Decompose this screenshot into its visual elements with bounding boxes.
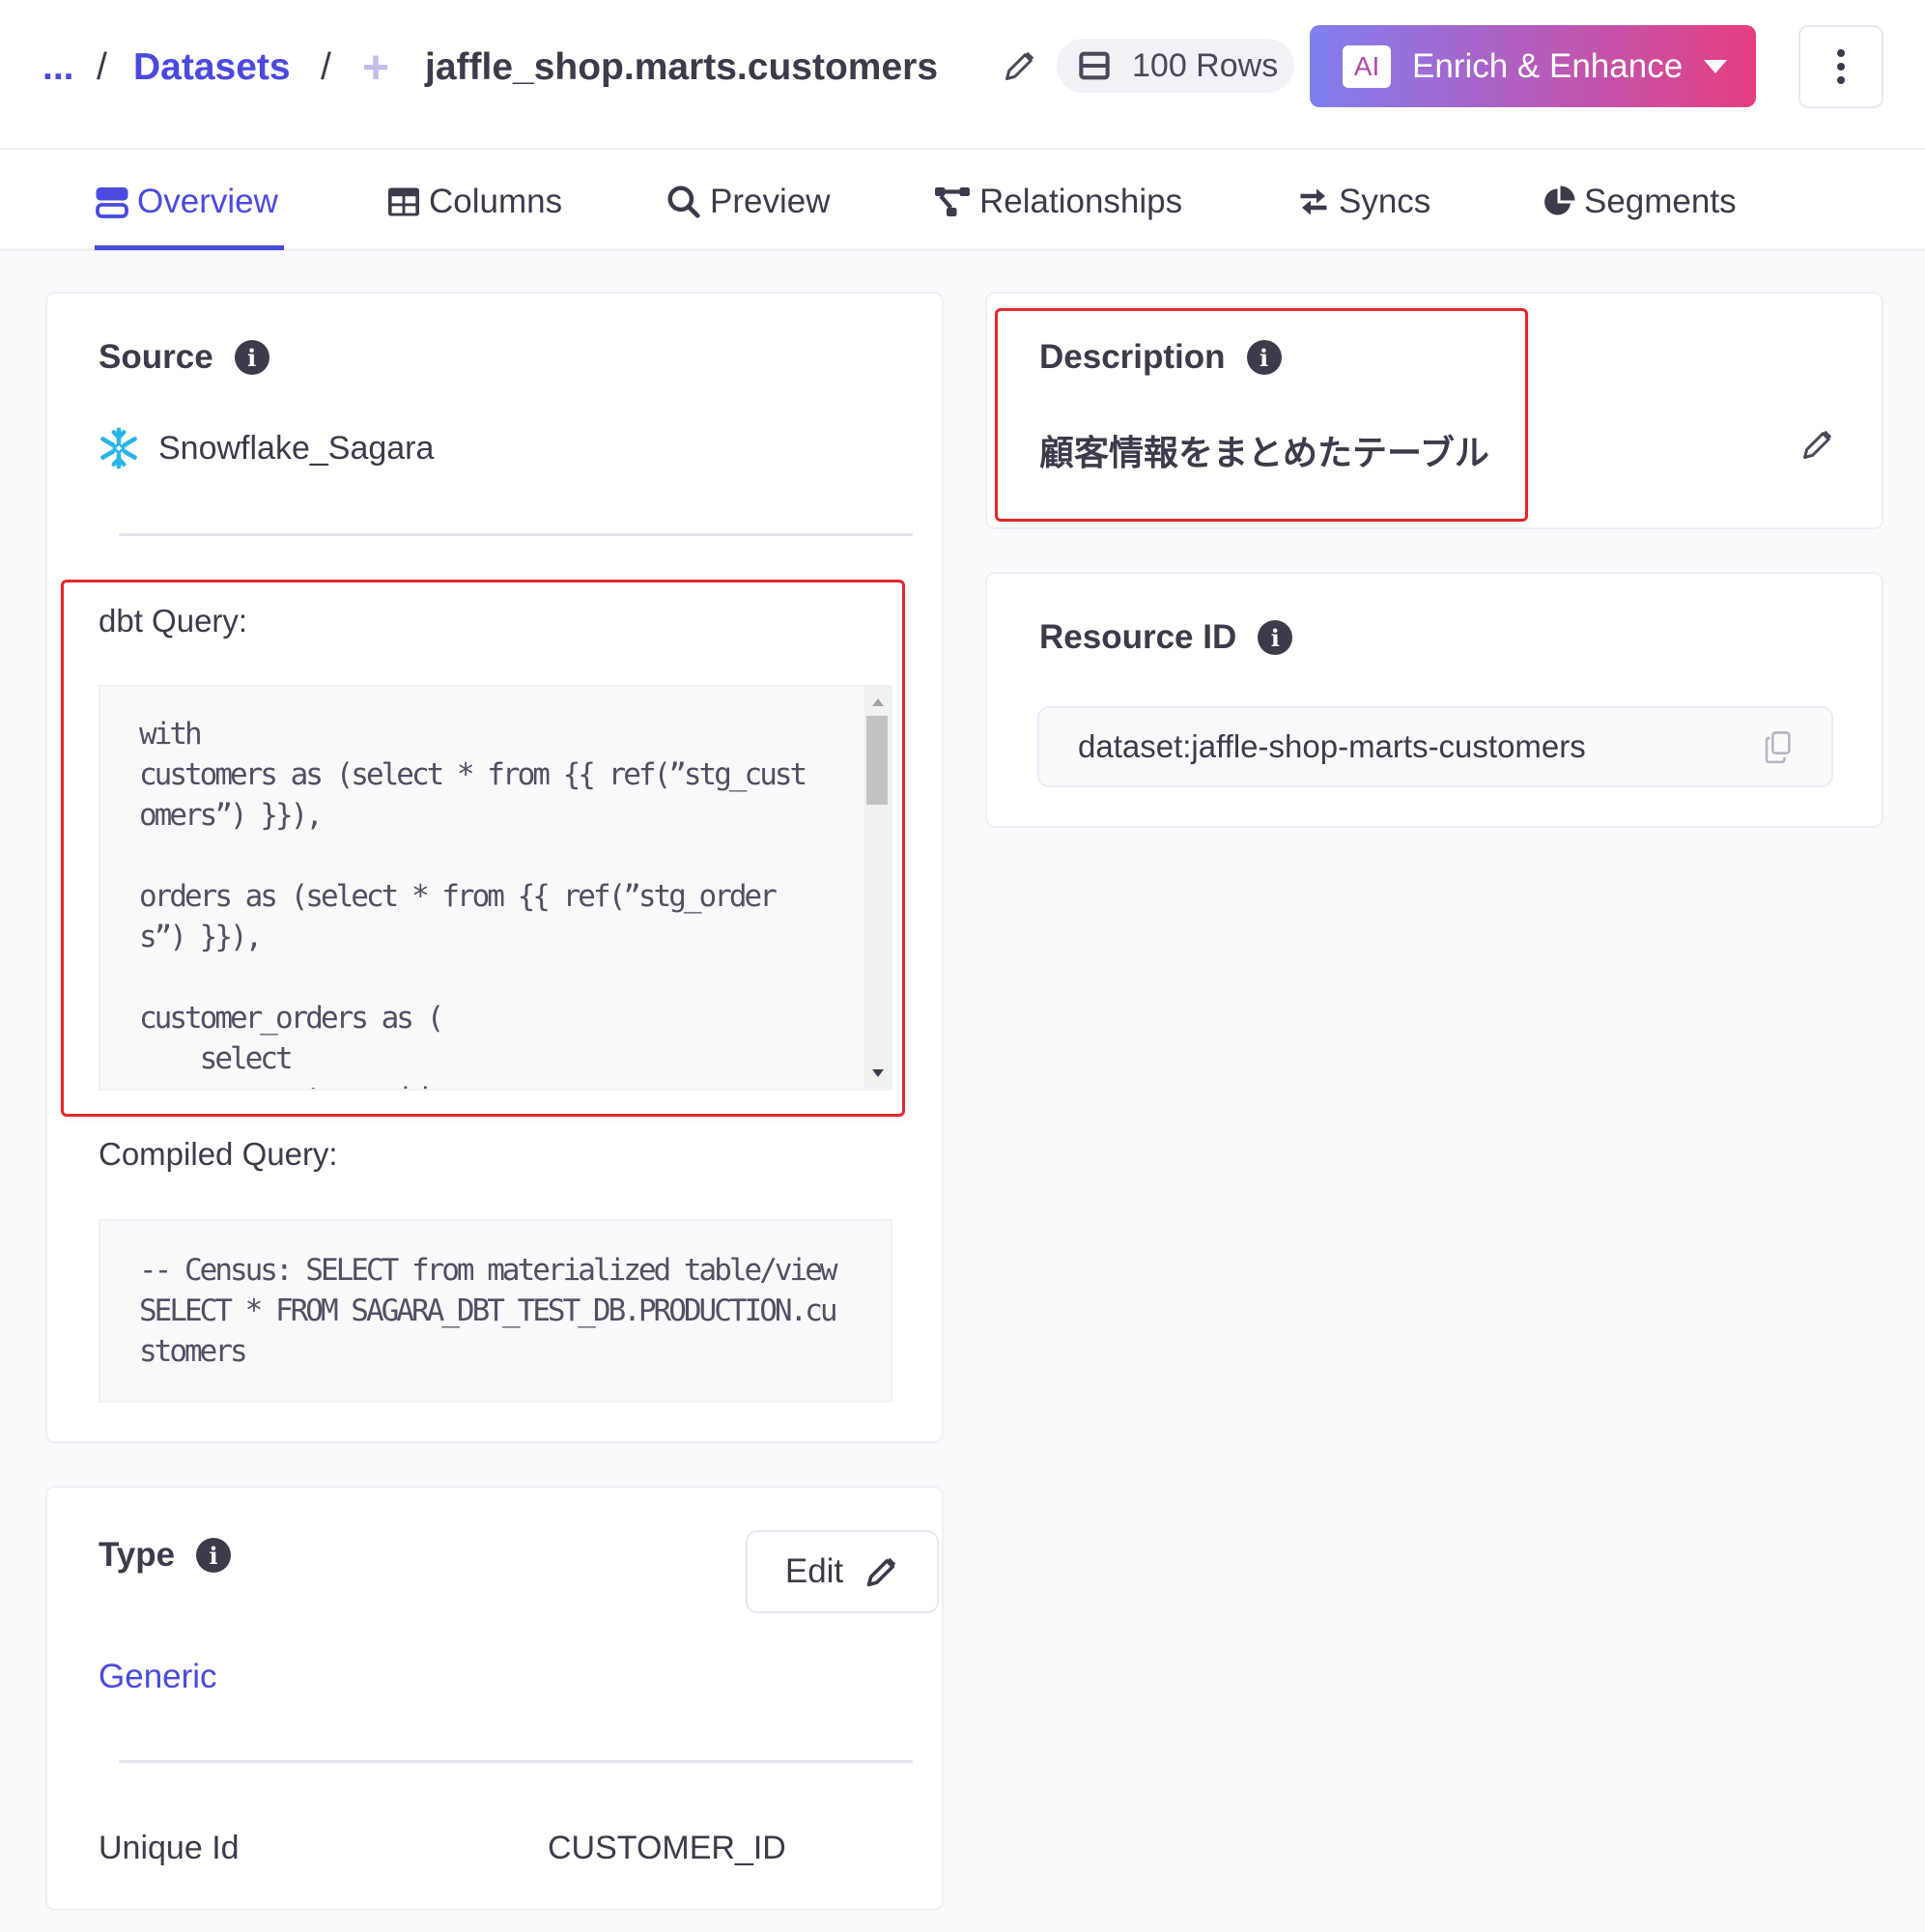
edit-label: Edit xyxy=(784,1552,844,1590)
enrich-enhance-button[interactable]: AI Enrich & Enhance xyxy=(1310,25,1756,107)
tab-label: Preview xyxy=(710,183,831,220)
kebab-dot xyxy=(1837,76,1845,84)
resource-id-title-text: Resource ID xyxy=(1039,618,1237,656)
tab-syncs[interactable]: Syncs xyxy=(1296,179,1430,225)
type-title-text: Type xyxy=(99,1536,176,1574)
breadcrumb-ellipsis[interactable]: ... xyxy=(42,43,74,93)
tab-overview[interactable]: Overview xyxy=(95,179,278,225)
kebab-dot xyxy=(1837,63,1845,71)
rows-count-text: 100 Rows xyxy=(1132,46,1279,84)
page-title: jaffle_shop.marts.customers xyxy=(425,46,939,88)
caret-down-icon xyxy=(1704,59,1728,73)
breadcrumb-datasets-link[interactable]: Datasets xyxy=(133,43,291,93)
edit-description-pencil-icon[interactable] xyxy=(1800,427,1835,467)
resource-id-title: Resource ID i xyxy=(1039,618,1293,657)
tab-label: Relationships xyxy=(979,183,1183,220)
table-rows-icon xyxy=(1079,51,1110,80)
relationships-icon xyxy=(935,187,970,216)
sync-arrows-icon xyxy=(1300,188,1327,215)
unique-id-value: CUSTOMER_ID xyxy=(548,1830,786,1866)
tab-label: Syncs xyxy=(1339,183,1431,220)
copy-icon[interactable] xyxy=(1764,731,1793,764)
kebab-dot xyxy=(1837,49,1845,57)
breadcrumb-separator: / xyxy=(97,46,107,88)
compiled-query-code-block[interactable]: -- Census: SELECT from materialized tabl… xyxy=(99,1219,892,1403)
pencil-icon xyxy=(866,1557,896,1587)
info-icon[interactable]: i xyxy=(234,340,269,375)
tab-label: Segments xyxy=(1584,183,1737,220)
source-name: Snowflake_Sagara xyxy=(158,429,435,467)
edit-type-button[interactable]: Edit xyxy=(746,1530,939,1613)
snowflake-icon xyxy=(100,427,137,469)
unique-id-label: Unique Id xyxy=(99,1830,240,1866)
table-icon xyxy=(388,187,419,216)
highlight-dbt-query xyxy=(61,580,905,1117)
rows-count-badge: 100 Rows xyxy=(1057,39,1294,93)
source-connection[interactable]: Snowflake_Sagara xyxy=(99,427,434,469)
resource-id-field[interactable]: dataset:jaffle-shop-marts-customers xyxy=(1037,706,1833,787)
enrich-enhance-label: Enrich & Enhance xyxy=(1412,46,1684,85)
source-title-text: Source xyxy=(99,338,213,376)
pie-chart-icon xyxy=(1544,185,1575,215)
plus-icon: + xyxy=(362,42,390,94)
resource-id-value: dataset:jaffle-shop-marts-customers xyxy=(1078,728,1586,764)
source-title: Source i xyxy=(99,338,269,377)
more-options-button[interactable] xyxy=(1798,25,1883,108)
resource-id-card: Resource ID i dataset:jaffle-shop-marts-… xyxy=(985,572,1883,828)
info-icon[interactable]: i xyxy=(1258,620,1293,655)
tab-relationships[interactable]: Relationships xyxy=(933,179,1182,225)
active-tab-indicator xyxy=(95,245,284,250)
ai-badge-icon: AI xyxy=(1343,44,1391,88)
overview-icon xyxy=(96,187,128,218)
type-title: Type i xyxy=(99,1536,232,1575)
tab-preview[interactable]: Preview xyxy=(665,179,830,225)
compiled-query-code: -- Census: SELECT from materialized tabl… xyxy=(139,1253,838,1369)
compiled-query-label: Compiled Query: xyxy=(99,1136,338,1172)
info-icon[interactable]: i xyxy=(196,1538,232,1573)
edit-title-pencil-icon[interactable] xyxy=(1003,48,1037,83)
tab-segments[interactable]: Segments xyxy=(1542,179,1737,225)
divider xyxy=(119,533,913,536)
type-value-link[interactable]: Generic xyxy=(99,1658,217,1696)
page-header: ... / Datasets / + jaffle_shop.marts.cus… xyxy=(0,0,1925,150)
highlight-description xyxy=(995,308,1528,522)
tab-columns[interactable]: Columns xyxy=(386,179,562,225)
divider xyxy=(119,1760,913,1763)
search-icon xyxy=(667,185,700,218)
tab-label: Overview xyxy=(137,183,278,220)
type-card: Type i Edit Generic Unique Id CUSTOMER_I… xyxy=(45,1486,944,1911)
tab-label: Columns xyxy=(429,183,563,220)
breadcrumb-separator: / xyxy=(321,46,331,88)
tab-bar: Overview Columns Preview Relationships S… xyxy=(0,152,1925,251)
